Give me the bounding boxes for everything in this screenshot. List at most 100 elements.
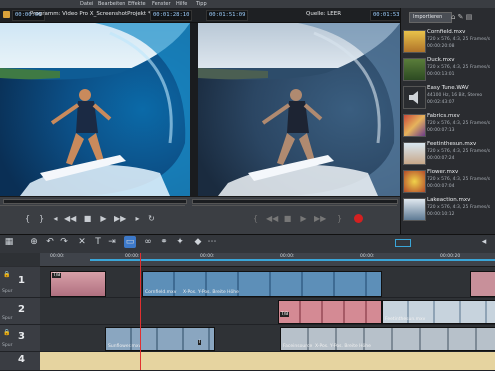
range-bar[interactable] <box>90 259 495 261</box>
loop-icon[interactable]: ↻ <box>146 213 157 224</box>
track-lane[interactable] <box>40 352 495 371</box>
tab-importieren[interactable]: Importieren <box>409 12 452 23</box>
ruler-left-blank <box>0 253 40 266</box>
item-name: Easy Tune.WAV <box>427 85 469 91</box>
mark-out-icon[interactable]: } <box>36 213 47 224</box>
track-label: Spur <box>2 289 13 294</box>
item-name: Cornfield.mxv <box>427 29 466 35</box>
item-duration: 00:02:43:07 <box>427 100 455 105</box>
item-duration: 00:00:13:01 <box>427 72 455 77</box>
lock-icon[interactable]: 🔒 <box>3 329 10 336</box>
mode-icon[interactable]: ▦ <box>3 236 15 248</box>
effects-icon[interactable]: ✦ <box>174 236 186 248</box>
track-number: 1 <box>18 275 25 286</box>
menu-hilfe[interactable]: Hilfe <box>176 0 187 8</box>
timeline-clip[interactable]: T/B <box>50 271 106 297</box>
undo-icon[interactable]: ↶ <box>44 236 56 248</box>
thumbnail-image <box>403 170 426 193</box>
thumbnail-image <box>403 198 426 221</box>
program-monitor-image <box>0 23 190 196</box>
source-forward-icon[interactable]: ▶▶ <box>314 213 326 224</box>
source-rewind-icon[interactable]: ◀◀ <box>266 213 278 224</box>
menu-tipp[interactable]: Tipp <box>196 0 207 8</box>
clip-name: Faceinsource <box>283 344 313 349</box>
mouse-mode-icon[interactable]: ▭ <box>124 236 136 248</box>
item-name: Feetinthesun.mxv <box>427 141 477 147</box>
timeline-clip[interactable]: Sunflower.mxv I <box>105 327 215 351</box>
source-timecode-start: 00:01:51:09 <box>206 10 249 21</box>
program-seek-bar[interactable] <box>3 199 187 204</box>
list-item[interactable]: Fabrics.mxv 720 x 576, 4:3, 25 Frames/s … <box>402 112 495 138</box>
marker-icon[interactable]: ◆ <box>192 236 204 248</box>
source-monitor[interactable] <box>198 23 400 196</box>
stop-icon[interactable]: ■ <box>82 213 93 224</box>
next-frame-icon[interactable]: ▸ <box>132 213 143 224</box>
thumbnail-image <box>403 30 426 53</box>
mark-in-icon[interactable]: { <box>22 213 33 224</box>
title-icon[interactable]: T <box>92 236 104 248</box>
volume-icon[interactable]: ◂ <box>478 236 490 248</box>
lock-icon[interactable]: 🔒 <box>3 271 10 278</box>
list-item[interactable]: Duck.mxv 720 x 576, 4:3, 25 Frames/s 00:… <box>402 56 495 82</box>
timeline-clip[interactable]: T/B <box>278 300 382 324</box>
track-header[interactable]: 🔒 1 Spur <box>0 267 40 298</box>
group-icon[interactable]: ∞ <box>142 236 154 248</box>
menu-datei[interactable]: Datei <box>80 0 93 8</box>
prev-frame-icon[interactable]: ◂ <box>50 213 61 224</box>
menu-bearbeiten[interactable]: Bearbeiten <box>98 0 125 8</box>
play-icon[interactable]: ▶ <box>98 213 109 224</box>
delete-icon[interactable]: ✕ <box>76 236 88 248</box>
playhead[interactable] <box>140 253 141 370</box>
list-item[interactable]: Feetinthesun.mxv 720 x 576, 4:3, 25 Fram… <box>402 140 495 166</box>
source-seek-bar[interactable] <box>192 199 398 204</box>
fast-forward-icon[interactable]: ▶▶ <box>114 213 126 224</box>
split-icon[interactable]: ⇥ <box>106 236 118 248</box>
item-name: Lakeaction.mxv <box>427 197 471 203</box>
snap-icon[interactable]: ⋯ <box>206 236 218 248</box>
timeline-clip[interactable]: Feetinthesun.mxv <box>382 300 495 324</box>
source-mark-in-icon[interactable]: { <box>250 213 261 224</box>
list-item[interactable]: Cornfield.mxv 720 x 576, 4:3, 25 Frames/… <box>402 28 495 54</box>
source-play-icon[interactable]: ▶ <box>298 213 309 224</box>
item-info: 44100 Hz, 16 Bit, Stereo <box>427 93 483 98</box>
rewind-icon[interactable]: ◀◀ <box>64 213 76 224</box>
importer-toolbar-icons[interactable]: ⌂ ✎ ▤ <box>451 13 472 21</box>
source-stop-icon[interactable]: ■ <box>282 213 293 224</box>
thumbnail-image <box>403 58 426 81</box>
ruler-label: 00:00: <box>50 254 65 259</box>
link-icon[interactable]: ⚭ <box>158 236 170 248</box>
timeline-ruler[interactable]: 00:00: 00:00: 00:00: 00:00: 00:00: 00:00… <box>40 253 495 267</box>
redo-icon[interactable]: ↷ <box>58 236 70 248</box>
item-info: 720 x 576, 4:3, 25 Frames/s <box>427 205 491 210</box>
track-header[interactable]: 🔒 3 Spur <box>0 325 40 352</box>
timeline-clip[interactable]: Faceinsource X-Pos. Y-Pos. Breite Höhe <box>280 327 495 351</box>
program-monitor[interactable] <box>0 23 190 196</box>
track-number: 2 <box>18 304 25 315</box>
timeline-toolbar <box>0 234 495 254</box>
record-icon[interactable] <box>354 214 363 223</box>
clip-name: Feetinthesun.mxv <box>385 317 426 322</box>
program-timecode-end: 00:01:28:10 <box>150 10 193 21</box>
item-duration: 00:00:10:12 <box>427 212 455 217</box>
list-item[interactable]: Flower.mxv 720 x 576, 4:3, 25 Frames/s 0… <box>402 168 495 194</box>
timeline-clip[interactable] <box>470 271 495 297</box>
menu-effekte[interactable]: Effekte <box>128 0 146 8</box>
source-ruler-line <box>192 205 397 206</box>
track-header[interactable]: 2 Spur <box>0 298 40 325</box>
clip-keyframes: X-Pos. Y-Pos. Breite Höhe <box>315 344 371 349</box>
clip-keyframes: X-Pos. Y-Pos. Breite Höhe <box>183 290 239 295</box>
track-header[interactable]: 4 <box>0 352 40 371</box>
item-info: 720 x 576, 4:3, 25 Frames/s <box>427 149 491 154</box>
source-mark-out-icon[interactable]: } <box>334 213 345 224</box>
timeline-clip[interactable]: Cornfield.mxv X-Pos. Y-Pos. Breite Höhe <box>142 271 382 297</box>
menu-fenster[interactable]: Fenster <box>152 0 171 8</box>
program-monitor-title: Programm: Video Pro X_ScreenshotProjekt … <box>30 11 151 17</box>
list-item[interactable]: Lakeaction.mxv 720 x 576, 4:3, 25 Frames… <box>402 196 495 222</box>
list-item[interactable]: Easy Tune.WAV 44100 Hz, 16 Bit, Stereo 0… <box>402 84 495 110</box>
item-info: 720 x 576, 4:3, 25 Frames/s <box>427 37 491 42</box>
item-duration: 00:00:07:04 <box>427 184 455 189</box>
source-monitor-title: Quelle: LEER <box>306 11 342 17</box>
track-number: 4 <box>18 354 25 365</box>
target-icon[interactable]: ⊕ <box>28 236 40 248</box>
zoom-slider[interactable] <box>395 239 411 247</box>
